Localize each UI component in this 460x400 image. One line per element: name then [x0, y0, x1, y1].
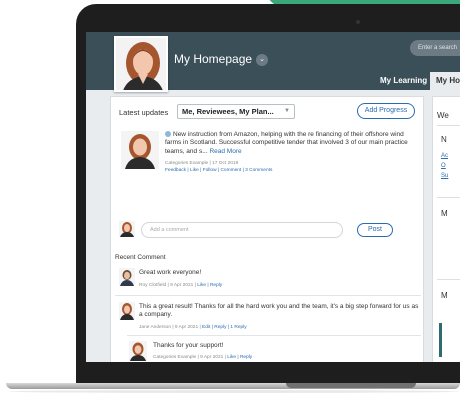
post-actions[interactable]: Feedback | Like | Follow | Comment | 3 C…: [165, 168, 272, 173]
comment-actions[interactable]: Like | Reply: [227, 355, 252, 360]
feed-filter-select[interactable]: Me, Reviewees, My Plan... ▼: [177, 104, 295, 119]
right-panel-link[interactable]: O: [441, 163, 446, 169]
camera-icon: [356, 20, 360, 24]
right-panel: We N Ac O Su M M: [432, 96, 460, 362]
divider: [115, 295, 421, 296]
laptop-shadow: [8, 390, 460, 393]
comment-meta: Roy Clotfield | 9 Apr 2021 | Like | Repl…: [139, 283, 222, 288]
comment-actions[interactable]: Like | Reply: [197, 283, 222, 288]
right-panel-link[interactable]: Su: [441, 173, 448, 179]
add-progress-button[interactable]: Add Progress: [357, 103, 415, 119]
read-more-link[interactable]: Read More: [209, 148, 241, 155]
page-title[interactable]: My Homepage ⌄: [174, 52, 269, 66]
comment-meta: Categories Example | 9 Apr 2021 | Like |…: [153, 355, 252, 360]
search-input[interactable]: Enter a search: [410, 40, 460, 56]
tab-my-learning[interactable]: My Learning: [380, 72, 427, 90]
avatar: [119, 221, 135, 237]
divider: [437, 279, 460, 280]
divider: [437, 125, 460, 126]
comment-meta-text: Roy Clotfield | 9 Apr 2021 |: [139, 283, 196, 288]
app-screen: Enter a search My Homepage ⌄ My Learning …: [86, 32, 460, 362]
comment-actions[interactable]: Edit | Reply | 1 Reply: [202, 325, 247, 330]
avatar: [129, 341, 147, 361]
laptop-notch: [286, 383, 416, 388]
post-body: New instruction from Amazon, helping wit…: [165, 131, 413, 156]
recent-comment-label: Recent Comment: [115, 254, 166, 261]
right-panel-link[interactable]: Ac: [441, 153, 448, 159]
right-panel-label: M: [441, 291, 448, 300]
feed-filter-value: Me, Reviewees, My Plan...: [182, 107, 274, 116]
avatar: [119, 302, 135, 320]
update-type-icon: [165, 131, 171, 138]
tab-my-homepage[interactable]: My Ho: [430, 72, 460, 90]
profile-photo: [114, 36, 168, 92]
comment-meta-text: Jane Anderson | 9 Apr 2021 |: [139, 325, 201, 330]
right-panel-image: [439, 323, 442, 357]
divider: [127, 335, 421, 336]
comment-text: Thanks for your support!: [153, 342, 224, 349]
page-title-text: My Homepage: [174, 52, 253, 66]
avatar: [121, 131, 159, 169]
post-meta: Categories Example | 17 Oct 2019: [165, 161, 239, 166]
comment-text: Great work everyone!: [139, 269, 202, 276]
post-button[interactable]: Post: [357, 223, 393, 237]
post-text: New instruction from Amazon, helping wit…: [165, 131, 408, 155]
right-panel-heading: We: [437, 111, 449, 120]
avatar: [119, 268, 135, 286]
comment-meta-text: Categories Example | 9 Apr 2021 |: [153, 355, 226, 360]
laptop-bezel-bottom: [76, 362, 460, 383]
divider: [437, 197, 460, 198]
activity-feed-card: Latest updates Me, Reviewees, My Plan...…: [110, 96, 424, 362]
chevron-down-icon[interactable]: ⌄: [256, 53, 269, 66]
comment-text: This a great result! Thanks for all the …: [139, 303, 419, 319]
comment-meta: Jane Anderson | 9 Apr 2021 | Edit | Repl…: [139, 325, 247, 330]
right-panel-label: M: [441, 209, 448, 218]
comment-input[interactable]: Add a comment: [141, 222, 343, 238]
chevron-down-icon: ▼: [284, 108, 290, 114]
latest-updates-label: Latest updates: [119, 108, 169, 117]
stage: Enter a search My Homepage ⌄ My Learning …: [0, 0, 460, 400]
right-panel-subheading: N: [441, 135, 447, 144]
